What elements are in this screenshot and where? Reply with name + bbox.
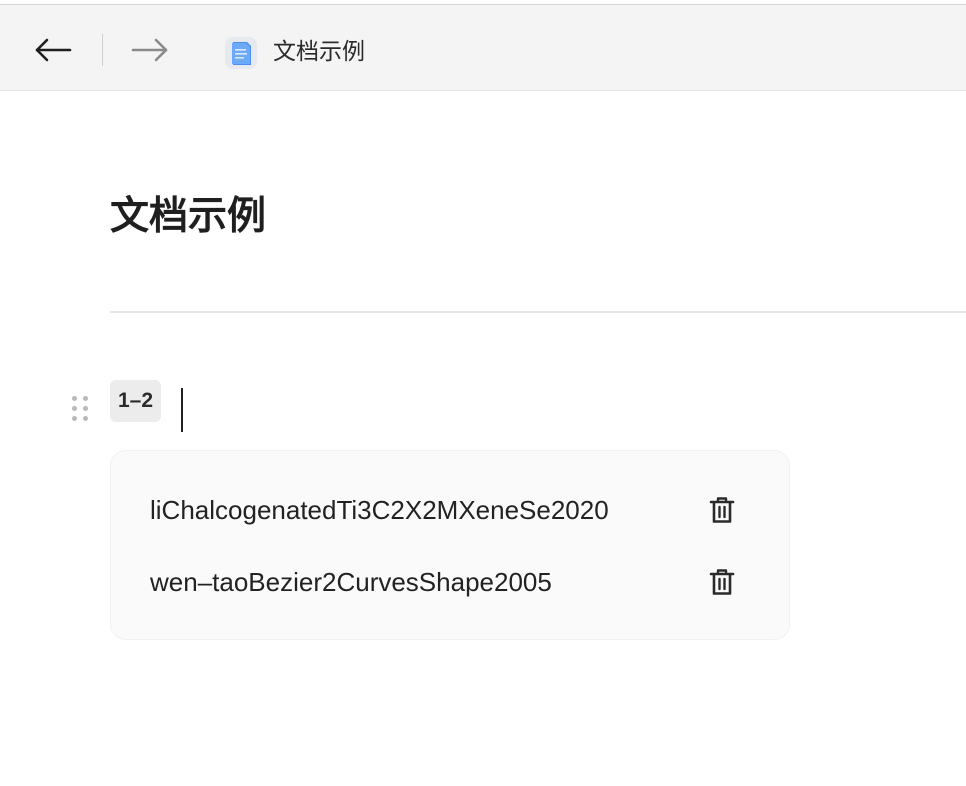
title-divider xyxy=(110,311,966,313)
trash-icon xyxy=(709,497,735,523)
page-title[interactable]: 文档示例 xyxy=(110,191,266,243)
trash-icon xyxy=(709,569,735,595)
list-item: liChalcogenatedTi3C2X2MXeneSe2020 xyxy=(150,488,780,532)
back-button[interactable] xyxy=(33,30,73,70)
arrow-left-icon xyxy=(35,38,72,62)
reference-label[interactable]: liChalcogenatedTi3C2X2MXeneSe2020 xyxy=(150,488,609,532)
citation-range-badge[interactable]: 1–2 xyxy=(110,380,162,422)
document-icon xyxy=(224,36,258,70)
nav-divider xyxy=(102,34,103,66)
delete-button[interactable] xyxy=(707,494,737,526)
text-cursor xyxy=(181,388,183,432)
drag-handle-icon[interactable] xyxy=(72,396,92,426)
reference-list: liChalcogenatedTi3C2X2MXeneSe2020 wen–ta… xyxy=(110,450,790,640)
forward-button[interactable] xyxy=(130,30,170,70)
toolbar: 文档示例 xyxy=(0,5,966,91)
delete-button[interactable] xyxy=(707,566,737,598)
list-item: wen–taoBezier2CurvesShape2005 xyxy=(150,560,780,604)
toolbar-document-title[interactable]: 文档示例 xyxy=(273,36,365,66)
reference-label[interactable]: wen–taoBezier2CurvesShape2005 xyxy=(150,560,552,604)
arrow-right-icon xyxy=(131,38,168,62)
